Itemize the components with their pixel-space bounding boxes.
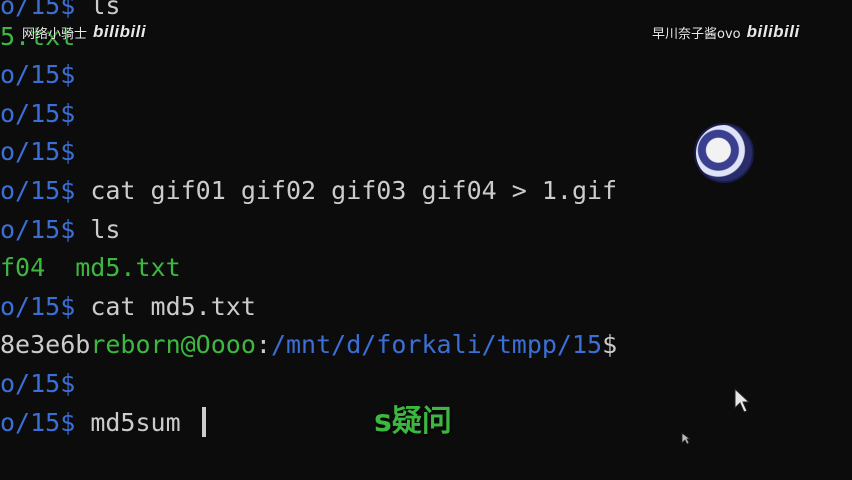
prompt: o/15$ — [0, 176, 76, 205]
bilibili-logo: bilibili — [93, 22, 147, 41]
command-text: cat gif01 gif02 gif03 gif04 > 1.gif — [75, 176, 618, 205]
prompt: o/15$ — [0, 292, 76, 321]
watermark-author: 早川奈子酱ovo — [652, 26, 741, 42]
prompt: o/15$ — [0, 99, 76, 128]
bilibili-logo: bilibili — [746, 22, 800, 41]
separator: : — [255, 330, 271, 359]
command-text: ls — [75, 215, 121, 244]
user-host: reborn@Oooo — [90, 330, 256, 359]
prompt: o/15$ — [0, 60, 76, 89]
terminal-input-line[interactable]: o/15$ md5sum — [0, 404, 206, 442]
prompt: o/15$ — [0, 215, 76, 244]
terminal-line: o/15$ — [0, 56, 75, 94]
terminal-line: o/15$ cat md5.txt — [0, 288, 256, 326]
subtitle-caption: s疑问 — [374, 404, 452, 439]
prompt: o/15$ — [0, 0, 76, 20]
current-path: /mnt/d/forkali/tmpp/15 — [270, 330, 603, 359]
output-text: 8e3e6b — [0, 330, 91, 359]
mouse-pointer-icon — [681, 432, 691, 445]
prompt: o/15$ — [0, 408, 76, 437]
terminal-line: o/15$ ls — [0, 211, 120, 249]
watermark-left: 网络小骑士 bilibili — [22, 20, 146, 44]
avatar — [694, 123, 754, 183]
terminal-line: o/15$ — [0, 365, 75, 403]
watermark-right: 早川奈子酱ovo bilibili — [652, 20, 800, 44]
prompt: o/15$ — [0, 369, 76, 398]
watermark-author: 网络小骑士 — [22, 26, 88, 42]
command-text: ls — [75, 0, 121, 20]
prompt-dollar: $ — [602, 330, 618, 359]
mouse-pointer-icon — [734, 388, 750, 413]
command-text: cat md5.txt — [75, 292, 256, 321]
terminal-line: o/15$ — [0, 95, 75, 133]
terminal-line: f04 md5.txt — [0, 249, 181, 287]
prompt: o/15$ — [0, 137, 76, 166]
command-input[interactable]: md5sum — [75, 408, 195, 437]
terminal-line: 8e3e6breborn@Oooo:/mnt/d/forkali/tmpp/15… — [0, 326, 617, 364]
output-text: f04 md5.txt — [0, 253, 181, 282]
text-cursor — [201, 407, 206, 437]
terminal-line: o/15$ cat gif01 gif02 gif03 gif04 > 1.gi… — [0, 172, 617, 210]
terminal-line: o/15$ — [0, 133, 75, 171]
